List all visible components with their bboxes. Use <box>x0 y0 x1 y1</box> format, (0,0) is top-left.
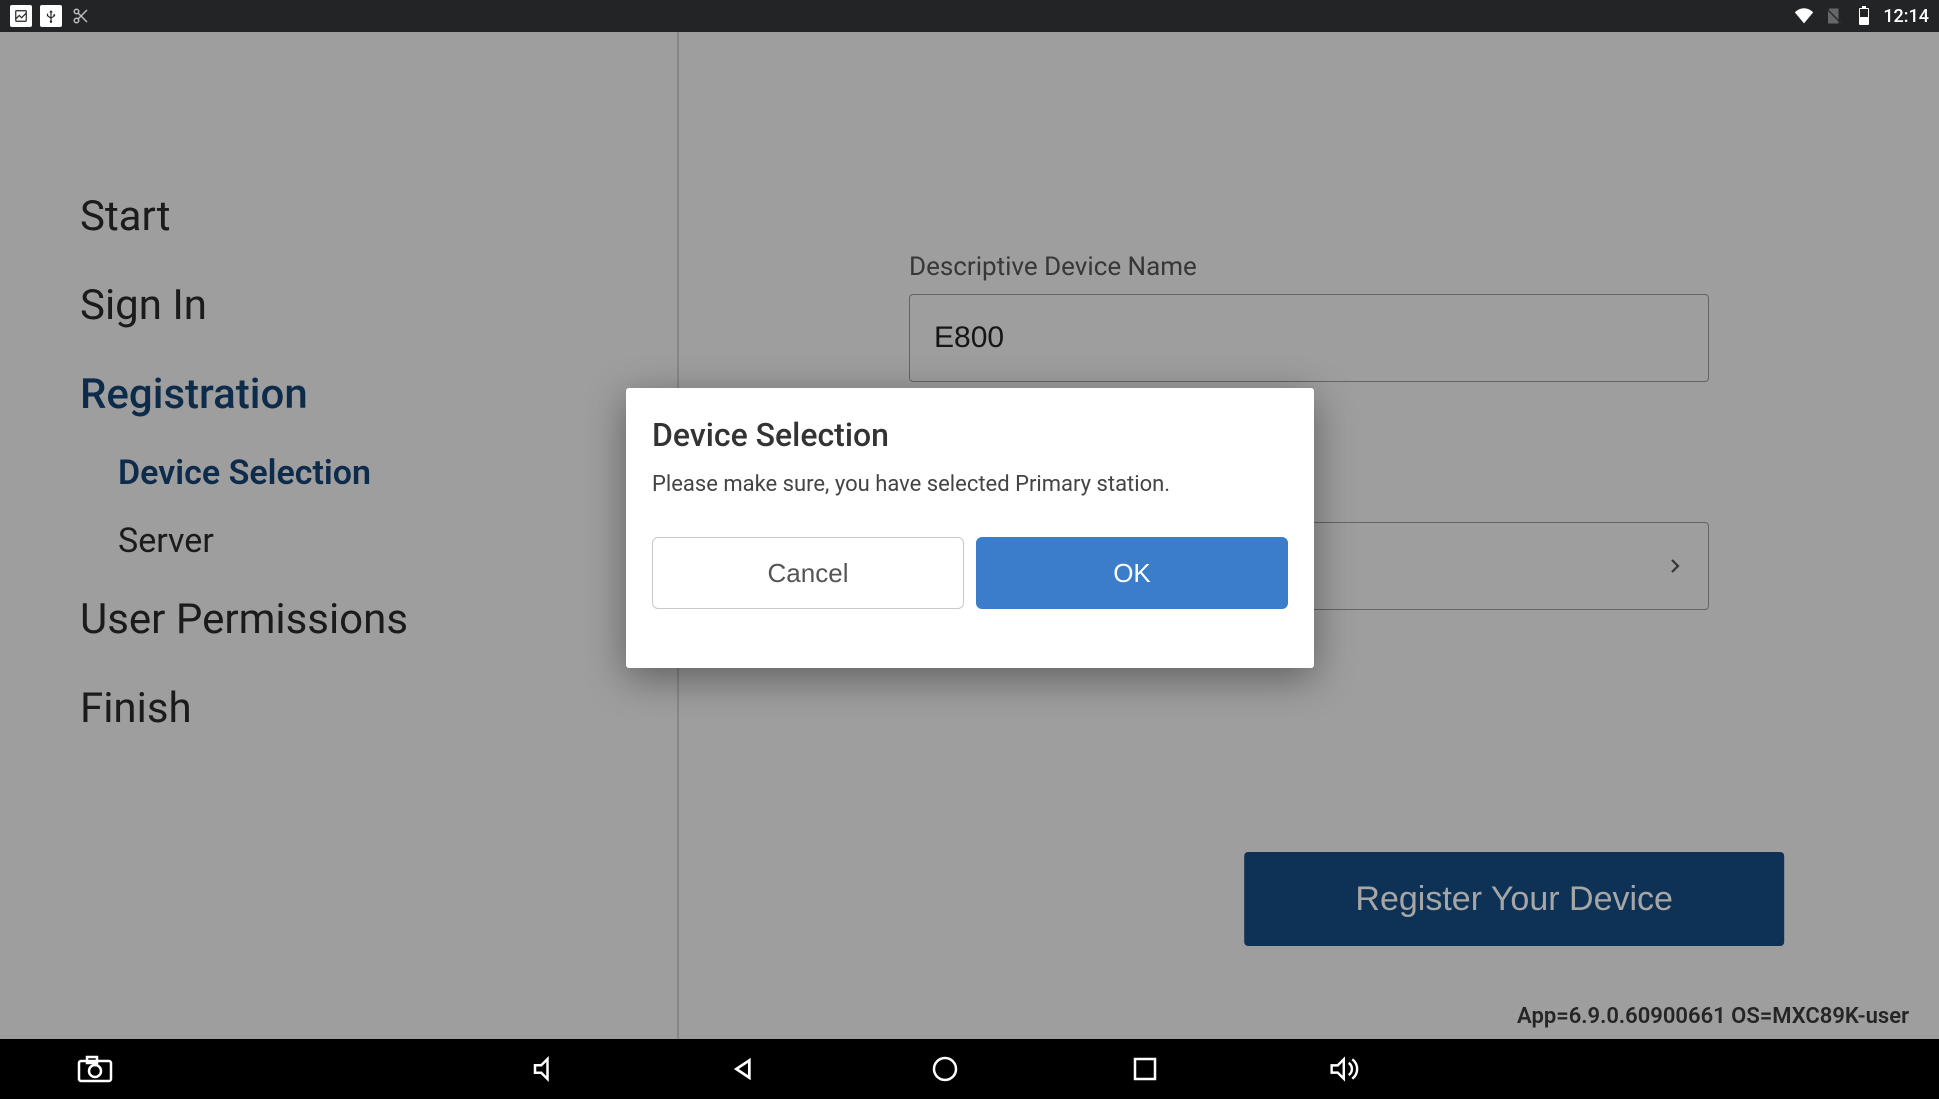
recents-icon[interactable] <box>1120 1049 1170 1089</box>
back-icon[interactable] <box>720 1049 770 1089</box>
dialog-title: Device Selection <box>652 416 1288 454</box>
status-bar: 12:14 <box>0 0 1939 32</box>
home-icon[interactable] <box>920 1049 970 1089</box>
no-sim-icon <box>1823 5 1845 27</box>
camera-icon[interactable] <box>70 1049 120 1089</box>
battery-icon <box>1853 5 1875 27</box>
volume-up-icon[interactable] <box>1320 1049 1370 1089</box>
usb-icon <box>40 5 62 27</box>
status-time: 12:14 <box>1883 6 1929 27</box>
device-selection-dialog: Device Selection Please make sure, you h… <box>626 388 1314 668</box>
volume-down-icon[interactable] <box>520 1049 570 1089</box>
scissors-icon <box>70 5 92 27</box>
picture-icon <box>10 5 32 27</box>
cancel-button[interactable]: Cancel <box>652 537 964 609</box>
dialog-message: Please make sure, you have selected Prim… <box>652 472 1288 497</box>
wifi-icon <box>1793 5 1815 27</box>
ok-button[interactable]: OK <box>976 537 1288 609</box>
android-nav-bar <box>0 1039 1939 1099</box>
